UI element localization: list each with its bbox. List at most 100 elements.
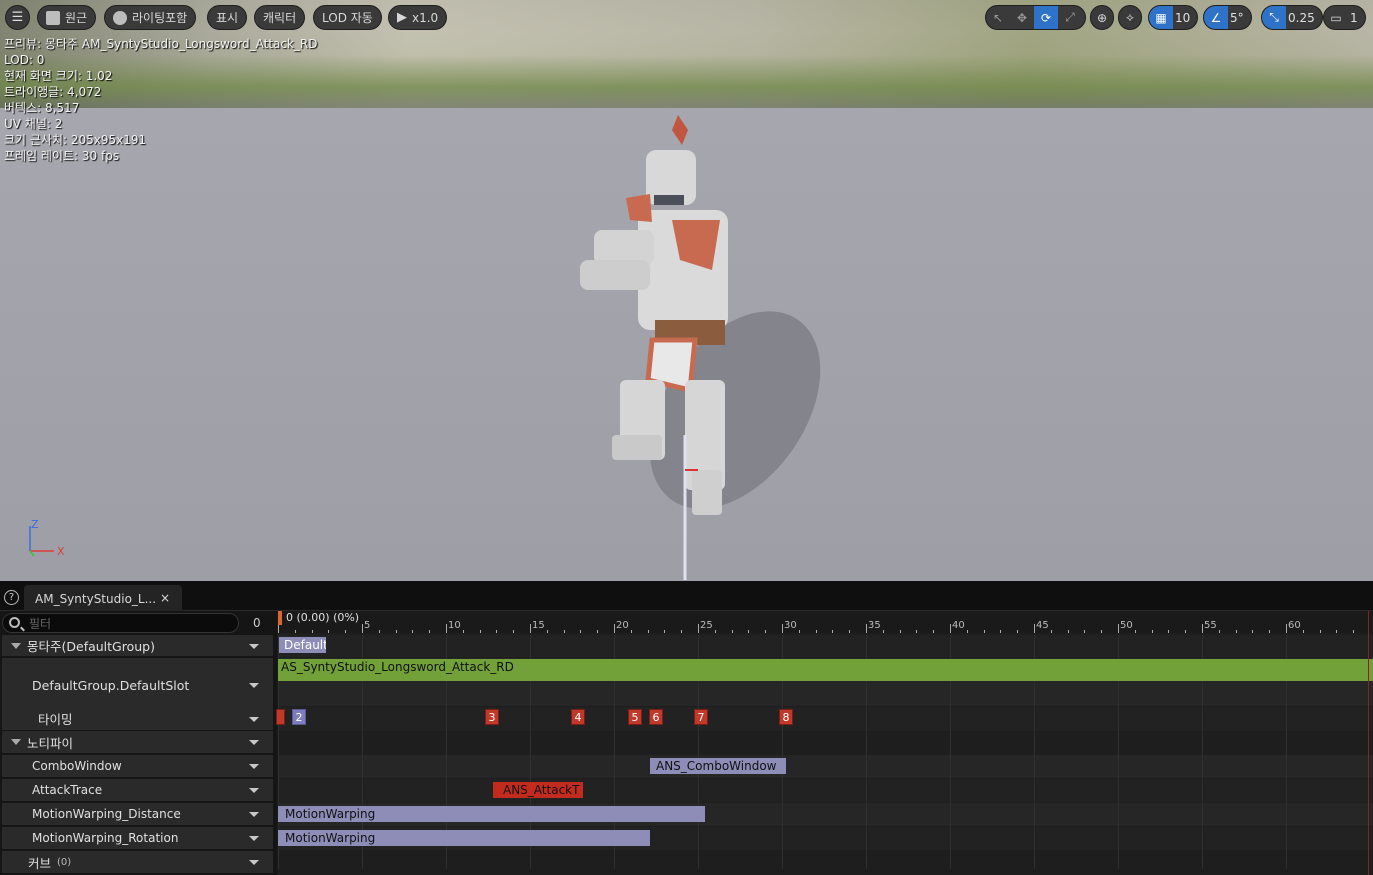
notify-motion-warping-rotation[interactable]: MotionWarping: [278, 830, 650, 846]
track-combo-window[interactable]: ComboWindow: [2, 755, 273, 778]
montage-group-label: 몽타주(DefaultGroup): [27, 639, 155, 654]
section-default[interactable]: Default: [279, 637, 326, 653]
expand-icon[interactable]: [11, 642, 21, 649]
chevron-down-icon[interactable]: [249, 812, 259, 817]
ruler-tick: [530, 624, 531, 633]
track-montage-group[interactable]: 몽타주(DefaultGroup): [2, 635, 273, 657]
ruler-label: 35: [868, 620, 881, 631]
timing-marker[interactable]: 8: [779, 709, 793, 725]
ruler-tick: [748, 630, 750, 633]
timeline-tracks[interactable]: 5 10 15 20 25 30 35 40 45 50 55 60 0 (0.00) (0%) De…: [276, 611, 1373, 875]
surface-snap-button[interactable]: ⟡: [1118, 5, 1142, 30]
ruler-tick: [1319, 630, 1321, 633]
anim-segment[interactable]: AS_SyntyStudio_Longsword_Attack_RD: [278, 659, 1373, 681]
track-motion-warping-distance[interactable]: MotionWarping_Distance: [2, 803, 273, 826]
ruler-tick: [614, 624, 615, 633]
timing-marker[interactable]: 6: [649, 709, 663, 725]
timing-marker[interactable]: 5: [628, 709, 642, 725]
ruler-tick: [395, 630, 397, 633]
lighting-button[interactable]: 라이팅포함: [104, 5, 197, 30]
stat-lod: LOD: 0: [4, 53, 45, 67]
ruler-label: 15: [532, 620, 545, 631]
chevron-down-icon[interactable]: [249, 788, 259, 793]
playhead[interactable]: [278, 611, 282, 625]
stat-uv-channels: UV 채널: 2: [4, 117, 63, 131]
chevron-down-icon[interactable]: [249, 740, 259, 745]
ruler-label: 50: [1120, 620, 1133, 631]
montage-timeline-panel: ? AM_SyntyStudio_L... × 필터 0 몽타주(Default…: [0, 581, 1373, 875]
timing-label: 타이밍: [38, 712, 73, 727]
attack-trace-notify-label: ANS_AttackT: [503, 783, 580, 797]
track-curves[interactable]: 커브 (0): [2, 851, 273, 874]
rotation-snap-value: 5°: [1230, 10, 1244, 25]
track-attack-trace[interactable]: AttackTrace: [2, 779, 273, 802]
ruler-label: 20: [616, 620, 629, 631]
timing-marker[interactable]: [276, 709, 285, 725]
rotate-icon[interactable]: ⟳: [1034, 6, 1058, 29]
timing-marker[interactable]: 7: [694, 709, 708, 725]
scale-snap-group[interactable]: ⤡ 0.25: [1261, 5, 1323, 30]
ruler-tick: [1067, 630, 1069, 633]
notify-motion-warping-distance[interactable]: MotionWarping: [278, 806, 705, 822]
combo-window-notify-label: ANS_ComboWindow: [656, 759, 777, 773]
play-icon: ▶: [397, 10, 407, 25]
show-button[interactable]: 표시: [207, 5, 248, 30]
filter-input[interactable]: 필터: [2, 613, 239, 633]
track-timing[interactable]: 타이밍: [2, 707, 273, 731]
chevron-down-icon[interactable]: [249, 683, 259, 688]
lod-button[interactable]: LOD 자동: [313, 5, 382, 30]
timing-marker[interactable]: 4: [571, 709, 585, 725]
ruler-tick: [1084, 630, 1086, 633]
ruler-label: 45: [1036, 620, 1049, 631]
ruler-tick: [462, 630, 464, 633]
ruler-tick: [546, 630, 548, 633]
select-icon[interactable]: ↖: [986, 6, 1010, 29]
track-default-slot[interactable]: DefaultGroup.DefaultSlot: [2, 658, 273, 713]
scale-snap-icon: ⤡: [1262, 6, 1286, 29]
help-icon[interactable]: ?: [4, 590, 19, 605]
local-space-button[interactable]: ⊕: [1090, 5, 1114, 30]
chevron-down-icon[interactable]: [249, 764, 259, 769]
section-default-label: Default: [284, 638, 326, 652]
viewport-menu-button[interactable]: ☰: [5, 5, 30, 30]
notify-attack-trace[interactable]: ANS_AttackT: [493, 782, 583, 798]
scale-snap-value: 0.25: [1288, 10, 1315, 25]
ruler-label: 5: [364, 620, 371, 631]
translate-icon[interactable]: ✥: [1010, 6, 1034, 29]
chevron-down-icon[interactable]: [249, 643, 259, 649]
camera-speed-group[interactable]: ▭ 1: [1323, 5, 1366, 30]
time-ruler[interactable]: 5 10 15 20 25 30 35 40 45 50 55 60: [278, 611, 1373, 633]
ruler-tick: [378, 630, 380, 633]
tab-montage[interactable]: AM_SyntyStudio_L... ×: [24, 585, 182, 612]
chevron-down-icon[interactable]: [249, 860, 259, 865]
chevron-down-icon[interactable]: [249, 716, 259, 722]
perspective-button[interactable]: 원근: [37, 5, 97, 30]
timing-marker[interactable]: 3: [485, 709, 499, 725]
stat-approx-size: 크기 근사치: 205x95x191: [4, 133, 147, 147]
preview-viewport[interactable]: ☰ 원근 라이팅포함 표시 캐릭터 LOD 자동 ▶ x1.0 ↖ ✥ ⟳ ⤢ …: [0, 0, 1373, 581]
ruler-label: 10: [448, 620, 461, 631]
track-motion-warping-rotation[interactable]: MotionWarping_Rotation: [2, 827, 273, 850]
playback-speed-button[interactable]: ▶ x1.0: [388, 5, 448, 30]
ruler-tick: [815, 630, 817, 633]
ruler-tick: [1118, 624, 1119, 633]
notify-combo-window[interactable]: ANS_ComboWindow: [650, 758, 786, 774]
timing-marker[interactable]: 2: [292, 709, 306, 725]
ruler-tick: [1302, 630, 1304, 633]
grid-snap-group[interactable]: ▦ 10: [1148, 5, 1199, 30]
ruler-tick: [1235, 630, 1237, 633]
scale-icon[interactable]: ⤢: [1058, 6, 1082, 29]
character-button[interactable]: 캐릭터: [254, 5, 306, 30]
ruler-tick: [765, 630, 767, 633]
rotation-snap-group[interactable]: ∠ 5°: [1203, 5, 1252, 30]
track-notifies[interactable]: 노티파이: [2, 731, 273, 754]
filter-placeholder: 필터: [29, 616, 52, 631]
hamburger-icon: ☰: [11, 10, 24, 25]
expand-icon[interactable]: [11, 739, 21, 745]
chevron-down-icon[interactable]: [249, 836, 259, 841]
playback-speed-label: x1.0: [412, 10, 439, 25]
ruler-tick: [446, 624, 447, 633]
close-icon[interactable]: ×: [160, 591, 170, 605]
ruler-tick: [714, 630, 716, 633]
notifies-label: 노티파이: [27, 735, 74, 751]
